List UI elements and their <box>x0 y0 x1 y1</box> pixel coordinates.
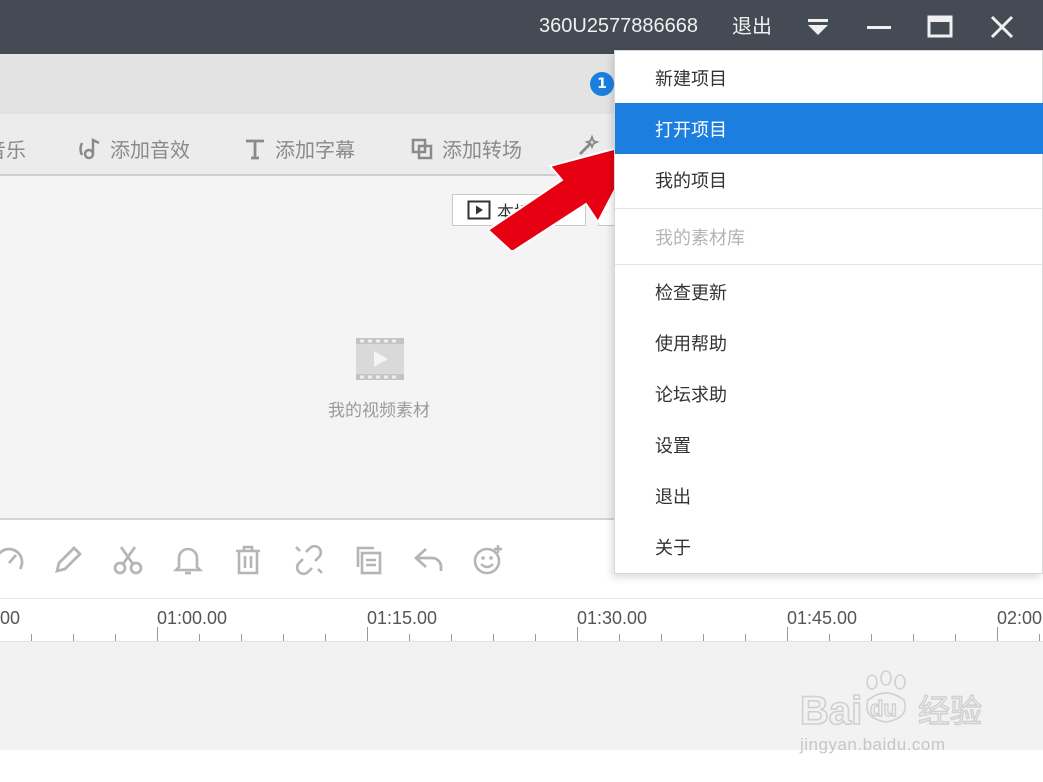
watermark-url: jingyan.baidu.com <box>800 735 946 754</box>
trash-icon[interactable] <box>231 543 265 577</box>
timeline-label: 01:45.00 <box>787 608 858 628</box>
bell-icon[interactable] <box>171 543 205 577</box>
menu-item-settings[interactable]: 设置 <box>615 419 1043 470</box>
timeline-label: 02:00 <box>997 608 1043 628</box>
ruler-tick <box>619 634 620 641</box>
menu-separator <box>615 208 1043 209</box>
menu-icon <box>808 19 828 35</box>
app-window: 360U2577886668 退出 1 乐 添加音效 添加字幕 添加转场 我的视… <box>0 0 1043 782</box>
menu-item-logout[interactable]: 退出 <box>615 470 1043 521</box>
minimize-icon <box>867 26 891 29</box>
tool-label: 添加字幕 <box>275 138 355 162</box>
ruler-tick <box>661 634 662 641</box>
tool-label: 添加音效 <box>110 138 190 162</box>
timeline-label: 01:15.00 <box>367 608 438 628</box>
ruler-tick <box>157 627 158 641</box>
ruler-tick <box>703 634 704 641</box>
title-bar: 360U2577886668 退出 <box>0 0 1043 54</box>
svg-text:经验: 经验 <box>918 692 982 730</box>
minimize-button[interactable] <box>860 8 898 46</box>
svg-text:du: du <box>870 696 897 721</box>
menu-item-check-update[interactable]: 检查更新 <box>615 266 1043 317</box>
ruler-tick <box>997 627 998 641</box>
speed-icon[interactable] <box>0 543 26 577</box>
menu-item-new-project[interactable]: 新建项目 <box>615 52 1043 103</box>
ruler-tick <box>493 634 494 641</box>
ruler-tick <box>745 634 746 641</box>
timeline-label: 01:30.00 <box>577 608 648 628</box>
ruler-tick <box>409 634 410 641</box>
ruler-tick <box>913 634 914 641</box>
menu-item-forum[interactable]: 论坛求助 <box>615 368 1043 419</box>
ruler-tick <box>871 634 872 641</box>
menu-item-my-projects[interactable]: 我的项目 <box>615 154 1043 205</box>
username-label[interactable]: 360U2577886668 <box>539 13 698 39</box>
unlink-icon[interactable] <box>292 543 326 577</box>
pencil-icon[interactable] <box>51 543 85 577</box>
maximize-button[interactable] <box>921 8 959 46</box>
add-sound-effect-button[interactable]: 添加音效 <box>76 134 190 163</box>
ruler-tick <box>577 627 578 641</box>
ruler-tick <box>325 634 326 641</box>
ruler-tick <box>283 634 284 641</box>
ruler-tick <box>241 634 242 641</box>
logout-link[interactable]: 退出 <box>732 13 772 39</box>
video-placeholder-icon <box>356 338 404 380</box>
ruler-tick <box>199 634 200 641</box>
empty-media-text: 我的视频素材 <box>328 401 430 421</box>
ruler-tick <box>535 634 536 641</box>
ruler-tick <box>73 634 74 641</box>
tool-label: 音乐 <box>0 138 26 162</box>
notification-badge[interactable]: 1 <box>590 72 614 96</box>
add-subtitle-button[interactable]: 添加字幕 <box>243 134 355 163</box>
timeline-label: 01:00.00 <box>157 608 228 628</box>
ruler-tick <box>451 634 452 641</box>
maximize-icon <box>927 15 953 38</box>
ruler-tick <box>955 634 956 641</box>
ruler-tick <box>367 627 368 641</box>
sticker-icon[interactable] <box>471 543 505 577</box>
transition-icon <box>411 138 433 159</box>
timeline-label: 00 <box>0 608 21 628</box>
menu-item-my-library: 我的素材库 <box>655 227 745 249</box>
copy-icon[interactable] <box>352 543 386 577</box>
menu-dropdown-button[interactable] <box>799 8 837 46</box>
close-button[interactable] <box>983 8 1021 46</box>
ruler-tick <box>829 634 830 641</box>
sound-effect-icon <box>79 137 100 159</box>
add-music-button[interactable]: 音乐 <box>0 134 26 163</box>
main-menu-dropdown: 新建项目 打开项目 我的项目 我的素材库 检查更新 使用帮助 论坛求助 设置 退… <box>614 50 1043 574</box>
undo-icon[interactable] <box>412 543 446 577</box>
ruler-tick <box>115 634 116 641</box>
close-icon <box>990 15 1014 39</box>
ruler-tick <box>1039 634 1040 641</box>
scissors-icon[interactable] <box>111 543 145 577</box>
menu-item-open-project[interactable]: 打开项目 <box>615 103 1043 154</box>
ruler-tick <box>31 634 32 641</box>
menu-item-help[interactable]: 使用帮助 <box>615 317 1043 368</box>
menu-item-about[interactable]: 关于 <box>615 521 1043 572</box>
text-icon <box>246 139 264 159</box>
ruler-tick <box>787 627 788 641</box>
menu-separator <box>615 264 1043 265</box>
svg-text:Bai: Bai <box>800 689 862 733</box>
